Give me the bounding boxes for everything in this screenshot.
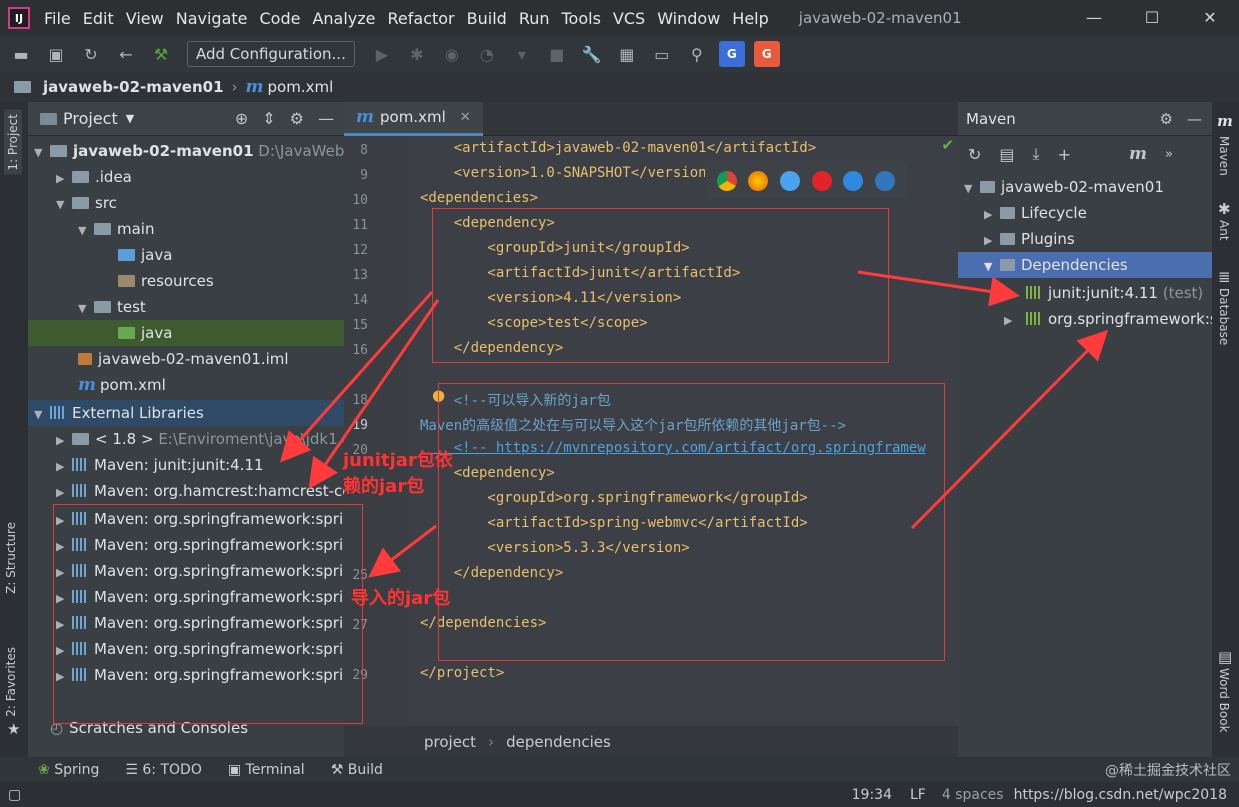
arrow-to-junit-lib	[280, 291, 434, 463]
annotation-arrows	[280, 270, 1109, 578]
arrow-to-spring-libs	[368, 524, 437, 578]
arrow-to-maven-junit	[857, 270, 1020, 307]
arrow-to-hamcrest-lib	[308, 299, 440, 489]
arrow-to-maven-spring	[910, 329, 1109, 530]
